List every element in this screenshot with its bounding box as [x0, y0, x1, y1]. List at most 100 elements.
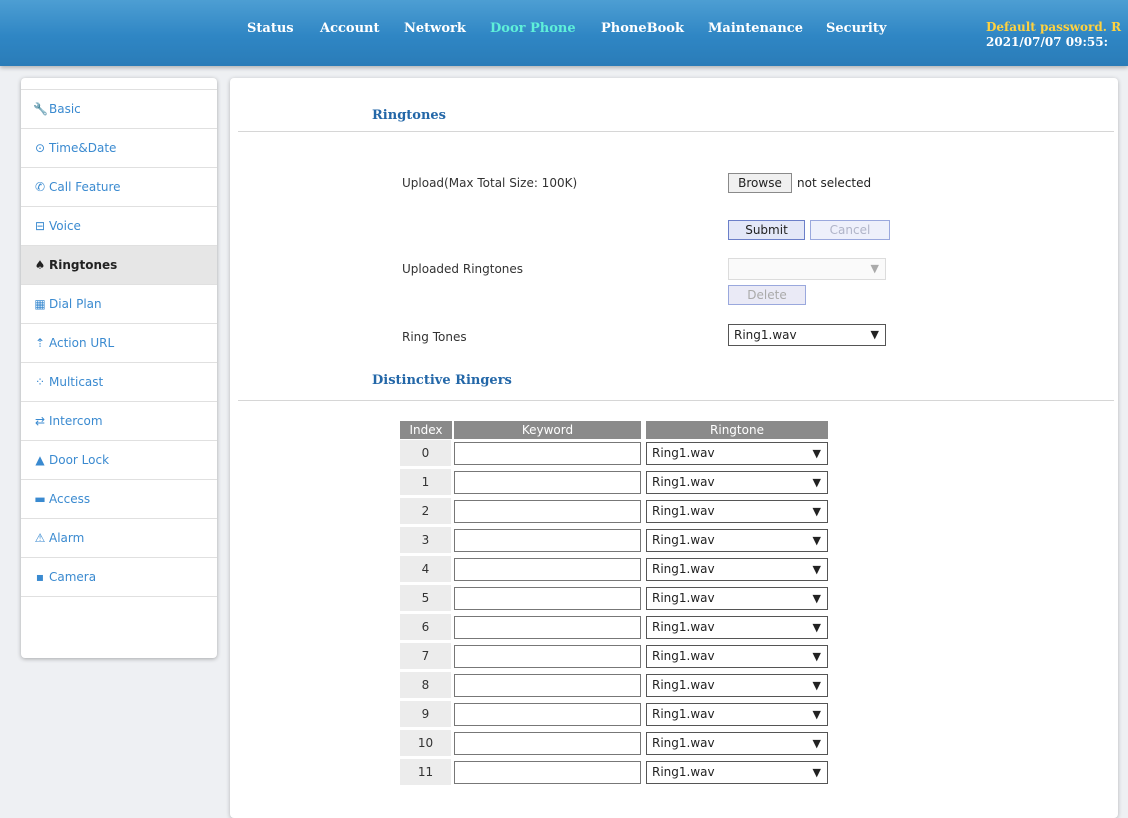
section-divider — [238, 400, 1114, 401]
phone-icon: ✆ — [34, 180, 46, 194]
keyword-input[interactable] — [454, 645, 641, 668]
ringtone-select[interactable]: Ring1.wav ▼ — [646, 645, 828, 668]
bell-icon: ♠ — [34, 258, 46, 272]
nav-account[interactable]: Account — [320, 21, 380, 36]
keyword-input[interactable] — [454, 616, 641, 639]
keyword-input[interactable] — [454, 732, 641, 755]
keyword-input[interactable] — [454, 674, 641, 697]
sidebar-item-time-date[interactable]: ⊙ Time&Date — [21, 129, 217, 168]
clock-icon: ⊙ — [34, 141, 46, 155]
keyword-input[interactable] — [454, 500, 641, 523]
chevron-down-icon: ▼ — [812, 476, 821, 489]
ringtone-value: Ring1.wav — [652, 649, 715, 663]
keyword-input[interactable] — [454, 529, 641, 552]
ringtone-value: Ring1.wav — [652, 736, 715, 750]
nav-maintenance[interactable]: Maintenance — [708, 21, 803, 36]
top-nav-bar: Status Account Network Door Phone PhoneB… — [0, 0, 1128, 66]
keyword-input[interactable] — [454, 587, 641, 610]
table-row: 4 Ring1.wav ▼ — [400, 556, 828, 584]
submit-button[interactable]: Submit — [728, 220, 805, 240]
camera-icon: ▪ — [35, 570, 45, 584]
ringtone-value: Ring1.wav — [652, 504, 715, 518]
keyword-input[interactable] — [454, 471, 641, 494]
keyword-input[interactable] — [454, 703, 641, 726]
uploaded-ringtones-label: Uploaded Ringtones — [402, 262, 524, 276]
section-title-distinctive-ringers: Distinctive Ringers — [372, 373, 512, 388]
sidebar-item-camera[interactable]: ▪ Camera — [21, 558, 217, 597]
sidebar-item-label: Call Feature — [49, 180, 121, 194]
nav-status[interactable]: Status — [247, 21, 294, 36]
table-row: 6 Ring1.wav ▼ — [400, 614, 828, 642]
table-row: 7 Ring1.wav ▼ — [400, 643, 828, 671]
default-password-warning[interactable]: Default password. R — [986, 20, 1121, 34]
sidebar-item-access[interactable]: ▬ Access — [21, 480, 217, 519]
sidebar-item-call-feature[interactable]: ✆ Call Feature — [21, 168, 217, 207]
sidebar-item-alarm[interactable]: ⚠ Alarm — [21, 519, 217, 558]
keyword-input[interactable] — [454, 442, 641, 465]
nav-phonebook[interactable]: PhoneBook — [601, 21, 684, 36]
intercom-icon: ⇄ — [34, 414, 46, 428]
access-card-icon: ▬ — [34, 492, 46, 506]
sidebar-item-label: Access — [49, 492, 91, 506]
ringtone-value: Ring1.wav — [652, 591, 715, 605]
nav-security[interactable]: Security — [826, 21, 886, 36]
alarm-icon: ⚠ — [34, 531, 46, 545]
voice-icon: ⊟ — [34, 219, 46, 233]
delete-button[interactable]: Delete — [728, 285, 806, 305]
nav-door-phone[interactable]: Door Phone — [490, 21, 576, 36]
ringtone-value: Ring1.wav — [652, 533, 715, 547]
keyword-input[interactable] — [454, 761, 641, 784]
sidebar-item-action-url[interactable]: ⇡ Action URL — [21, 324, 217, 363]
ringtone-select[interactable]: Ring1.wav ▼ — [646, 558, 828, 581]
ringtone-select[interactable]: Ring1.wav ▼ — [646, 442, 828, 465]
ringtone-value: Ring1.wav — [652, 620, 715, 634]
ringtone-select[interactable]: Ring1.wav ▼ — [646, 761, 828, 784]
ringtone-value: Ring1.wav — [652, 678, 715, 692]
row-index: 10 — [400, 730, 451, 756]
ringtone-select[interactable]: Ring1.wav ▼ — [646, 587, 828, 610]
ringtone-select[interactable]: Ring1.wav ▼ — [646, 732, 828, 755]
cancel-button[interactable]: Cancel — [810, 220, 890, 240]
sidebar-item-label: Dial Plan — [49, 297, 102, 311]
row-index: 2 — [400, 498, 451, 524]
browse-button[interactable]: Browse — [728, 173, 792, 193]
sidebar-item-label: Intercom — [49, 414, 103, 428]
ringtone-select[interactable]: Ring1.wav ▼ — [646, 703, 828, 726]
chevron-down-icon: ▼ — [812, 505, 821, 518]
chevron-down-icon: ▼ — [812, 621, 821, 634]
column-header-keyword: Keyword — [454, 421, 641, 439]
sidebar-item-door-lock[interactable]: ▲ Door Lock — [21, 441, 217, 480]
sidebar-item-basic[interactable]: 🔧Basic — [21, 90, 217, 129]
row-index: 9 — [400, 701, 451, 727]
ringtone-select[interactable]: Ring1.wav ▼ — [646, 674, 828, 697]
ringtone-select[interactable]: Ring1.wav ▼ — [646, 471, 828, 494]
multicast-icon: ⁘ — [34, 375, 46, 389]
ringtone-select[interactable]: Ring1.wav ▼ — [646, 616, 828, 639]
ring-tones-value: Ring1.wav — [734, 328, 797, 342]
file-status: not selected — [797, 176, 872, 190]
ringtone-value: Ring1.wav — [652, 475, 715, 489]
chevron-down-icon: ▼ — [812, 650, 821, 663]
ringtone-select[interactable]: Ring1.wav ▼ — [646, 529, 828, 552]
sidebar-menu: 🔧Basic ⊙ Time&Date ✆ Call Feature ⊟ Voice ♠ Ring… — [21, 89, 217, 597]
sidebar-item-multicast[interactable]: ⁘ Multicast — [21, 363, 217, 402]
ringtone-select[interactable]: Ring1.wav ▼ — [646, 500, 828, 523]
sidebar-item-label: Multicast — [49, 375, 104, 389]
sidebar-item-intercom[interactable]: ⇄ Intercom — [21, 402, 217, 441]
sidebar-item-dial-plan[interactable]: ▦ Dial Plan — [21, 285, 217, 324]
section-title-ringtones: Ringtones — [372, 108, 447, 123]
keyword-input[interactable] — [454, 558, 641, 581]
ring-tones-select[interactable]: Ring1.wav ▼ — [728, 324, 886, 346]
sidebar-item-ringtones[interactable]: ♠ Ringtones — [21, 246, 217, 285]
row-index: 5 — [400, 585, 451, 611]
sidebar-item-label: Action URL — [49, 336, 115, 350]
ringtone-value: Ring1.wav — [652, 446, 715, 460]
table-row: 8 Ring1.wav ▼ — [400, 672, 828, 700]
uploaded-ringtones-select[interactable]: ▼ — [728, 258, 886, 280]
chevron-down-icon: ▼ — [870, 328, 879, 341]
sidebar: 🔧Basic ⊙ Time&Date ✆ Call Feature ⊟ Voice ♠ Ring… — [21, 78, 217, 658]
sidebar-item-voice[interactable]: ⊟ Voice — [21, 207, 217, 246]
header-datetime: 2021/07/07 09:55: — [986, 35, 1108, 49]
table-row: 1 Ring1.wav ▼ — [400, 469, 828, 497]
nav-network[interactable]: Network — [404, 21, 466, 36]
